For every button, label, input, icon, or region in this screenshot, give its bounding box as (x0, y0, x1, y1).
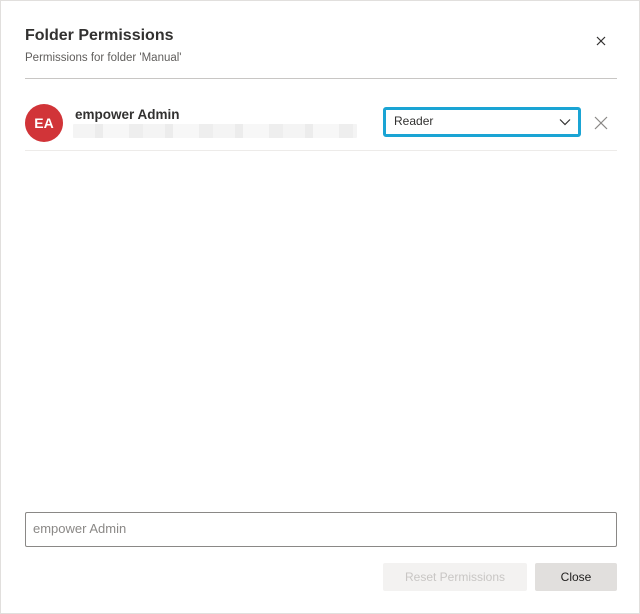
chevron-down-icon (559, 119, 571, 126)
user-email-redacted (73, 124, 357, 138)
dialog-close-button[interactable] (591, 31, 611, 51)
dialog-subtitle: Permissions for folder 'Manual' (25, 52, 182, 64)
permission-row: EA empower Admin Reader (25, 98, 617, 151)
role-dropdown[interactable]: Reader (383, 107, 581, 137)
folder-permissions-dialog: Folder Permissions Permissions for folde… (0, 0, 640, 614)
close-button[interactable]: Close (535, 563, 617, 591)
avatar: EA (25, 104, 63, 142)
close-icon (596, 36, 606, 46)
dialog-title: Folder Permissions (25, 27, 174, 44)
remove-permission-button[interactable] (593, 115, 609, 131)
people-picker-input[interactable] (26, 513, 603, 544)
role-dropdown-value: Reader (394, 114, 434, 128)
close-icon (594, 116, 608, 130)
reset-permissions-button[interactable]: Reset Permissions (383, 563, 527, 591)
header-divider (25, 78, 617, 79)
people-picker (25, 512, 617, 547)
user-name: empower Admin (75, 107, 180, 122)
